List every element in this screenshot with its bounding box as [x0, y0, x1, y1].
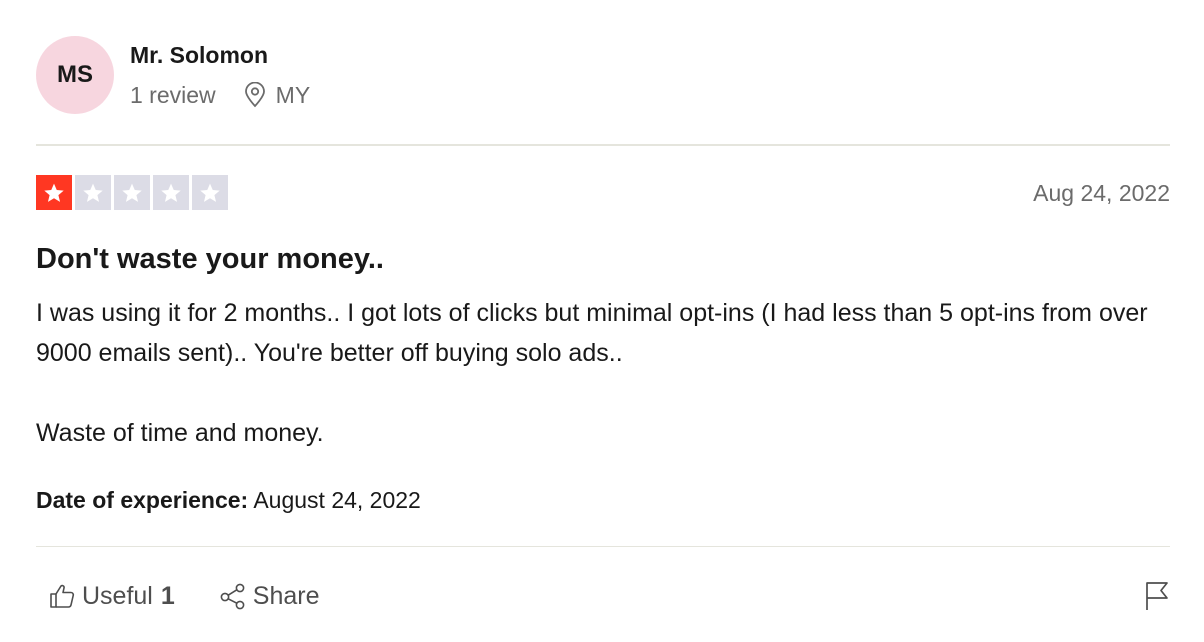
star-filled-icon — [36, 175, 72, 210]
review-paragraph: Waste of time and money. — [36, 419, 324, 447]
review-title[interactable]: Don't waste your money.. — [36, 241, 384, 277]
useful-label: Useful — [82, 582, 153, 610]
thumbs-up-icon — [50, 584, 75, 608]
header-divider — [36, 144, 1170, 146]
star-rating — [36, 175, 228, 210]
review-count: 1 review — [130, 82, 216, 108]
reviewer-meta: 1 review MY — [130, 80, 310, 110]
experience-date: August 24, 2022 — [253, 487, 421, 513]
avatar[interactable]: MS — [36, 36, 114, 114]
reviewer-location: MY — [244, 80, 311, 110]
useful-button[interactable]: Useful 1 — [48, 578, 175, 614]
review-paragraph: I was using it for 2 months.. I got lots… — [36, 299, 1148, 367]
review-card: MS Mr. Solomon 1 review MY Aug 24, 2022 … — [36, 0, 1170, 642]
star-empty-icon — [75, 175, 111, 210]
date-of-experience: Date of experience: August 24, 2022 — [36, 485, 421, 515]
country-code: MY — [275, 82, 311, 108]
star-empty-icon — [153, 175, 189, 210]
share-icon — [220, 583, 245, 610]
review-actions: Useful 1 Share — [48, 578, 320, 614]
location-pin-icon — [244, 82, 265, 108]
star-empty-icon — [192, 175, 228, 210]
share-button[interactable]: Share — [219, 578, 320, 614]
star-empty-icon — [114, 175, 150, 210]
share-label: Share — [252, 582, 320, 610]
report-button[interactable] — [1144, 580, 1170, 617]
review-date: Aug 24, 2022 — [1033, 180, 1170, 206]
review-body: I was using it for 2 months.. I got lots… — [36, 293, 1156, 453]
footer-divider — [36, 546, 1170, 547]
experience-label: Date of experience: — [36, 487, 249, 513]
useful-count: 1 — [160, 582, 175, 610]
reviewer-name[interactable]: Mr. Solomon — [130, 40, 268, 70]
flag-icon — [1146, 582, 1168, 610]
